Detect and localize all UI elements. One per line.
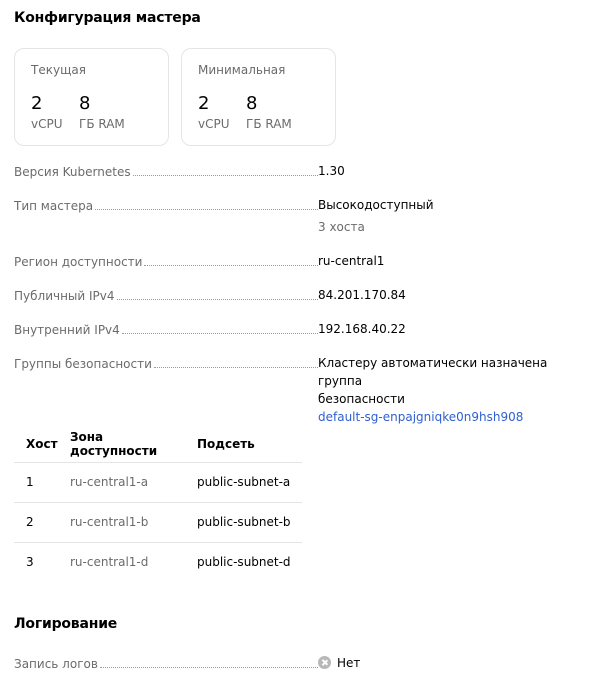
row-label: Внутренний IPv4 (14, 323, 120, 337)
host-number: 2 (14, 502, 58, 543)
column-header-zone: Зона доступности (58, 426, 185, 463)
vcpu-unit: vCPU (198, 117, 230, 131)
row-value: ru-central1 (318, 254, 385, 268)
host-zone: ru-central1-d (70, 555, 149, 570)
card-title: Минимальная (198, 63, 286, 77)
hosts-table: Хост Зона доступности Подсеть 1 ru-centr… (14, 426, 302, 582)
dotted-leader (153, 367, 318, 368)
ram-unit: ГБ RAM (79, 117, 125, 131)
vcpu-value: 2 (198, 93, 210, 114)
vcpu-stat: 2 vCPU (198, 93, 230, 132)
column-header-host: Хост (14, 426, 58, 463)
minimal-config-card: Минимальная 2 vCPU 8 ГБ RAM (181, 48, 336, 146)
row-value: Нет (337, 656, 361, 670)
table-header-row: Хост Зона доступности Подсеть (14, 426, 302, 463)
subnet-link[interactable]: public-subnet-b (185, 502, 302, 543)
ram-unit: ГБ RAM (246, 117, 292, 131)
dotted-leader (132, 175, 318, 176)
x-circle-icon (318, 656, 331, 669)
ram-value: 8 (246, 93, 258, 114)
dotted-leader (95, 209, 318, 210)
column-header-subnet: Подсеть (185, 426, 302, 463)
row-label: Запись логов (14, 657, 98, 671)
host-zone: ru-central1-a (58, 462, 185, 503)
section-title-logging: Логирование (14, 616, 118, 632)
host-number: 3 (26, 555, 34, 570)
row-label: Публичный IPv4 (14, 289, 115, 303)
row-value: Высокодоступный (318, 198, 434, 212)
row-label: Версия Kubernetes (14, 165, 131, 179)
master-config-page: Конфигурация мастера Текущая 2 vCPU 8 ГБ… (0, 0, 605, 680)
row-label: Регион доступности (14, 255, 143, 269)
table-row: 2 ru-central1-b public-subnet-b (14, 502, 302, 543)
current-config-card: Текущая 2 vCPU 8 ГБ RAM (14, 48, 169, 146)
dotted-leader (144, 265, 318, 266)
table-row: 1 ru-central1-a public-subnet-a (14, 462, 302, 503)
row-value: безопасности (318, 392, 405, 406)
vcpu-stat: 2 vCPU (31, 93, 63, 132)
host-number: 1 (14, 462, 58, 503)
vcpu-unit: vCPU (31, 117, 63, 131)
ram-stat: 8 ГБ RAM (246, 93, 292, 132)
card-title: Текущая (31, 63, 86, 77)
row-value: 192.168.40.22 (318, 322, 406, 336)
subnet-link[interactable]: public-subnet-d (185, 542, 302, 582)
host-zone: ru-central1-b (58, 502, 185, 543)
row-value: Кластеру автоматически назначена группа (318, 356, 548, 388)
row-subvalue: 3 хоста (318, 220, 365, 234)
ram-value: 8 (79, 93, 91, 114)
vcpu-value: 2 (31, 93, 43, 114)
dotted-leader (116, 299, 318, 300)
subnet-link[interactable]: public-subnet-a (185, 462, 302, 503)
row-value: 1.30 (318, 164, 345, 178)
ram-stat: 8 ГБ RAM (79, 93, 125, 132)
table-row: 3 ru-central1-d public-subnet-d (14, 542, 302, 582)
dotted-leader (99, 667, 318, 668)
section-title-master-config: Конфигурация мастера (14, 10, 201, 26)
dotted-leader (121, 333, 318, 334)
row-value: 84.201.170.84 (318, 288, 406, 302)
security-group-link[interactable]: default-sg-enpajgniqke0n9hsh908 (318, 408, 594, 426)
row-label: Группы безопасности (14, 357, 152, 371)
row-label: Тип мастера (14, 199, 94, 213)
